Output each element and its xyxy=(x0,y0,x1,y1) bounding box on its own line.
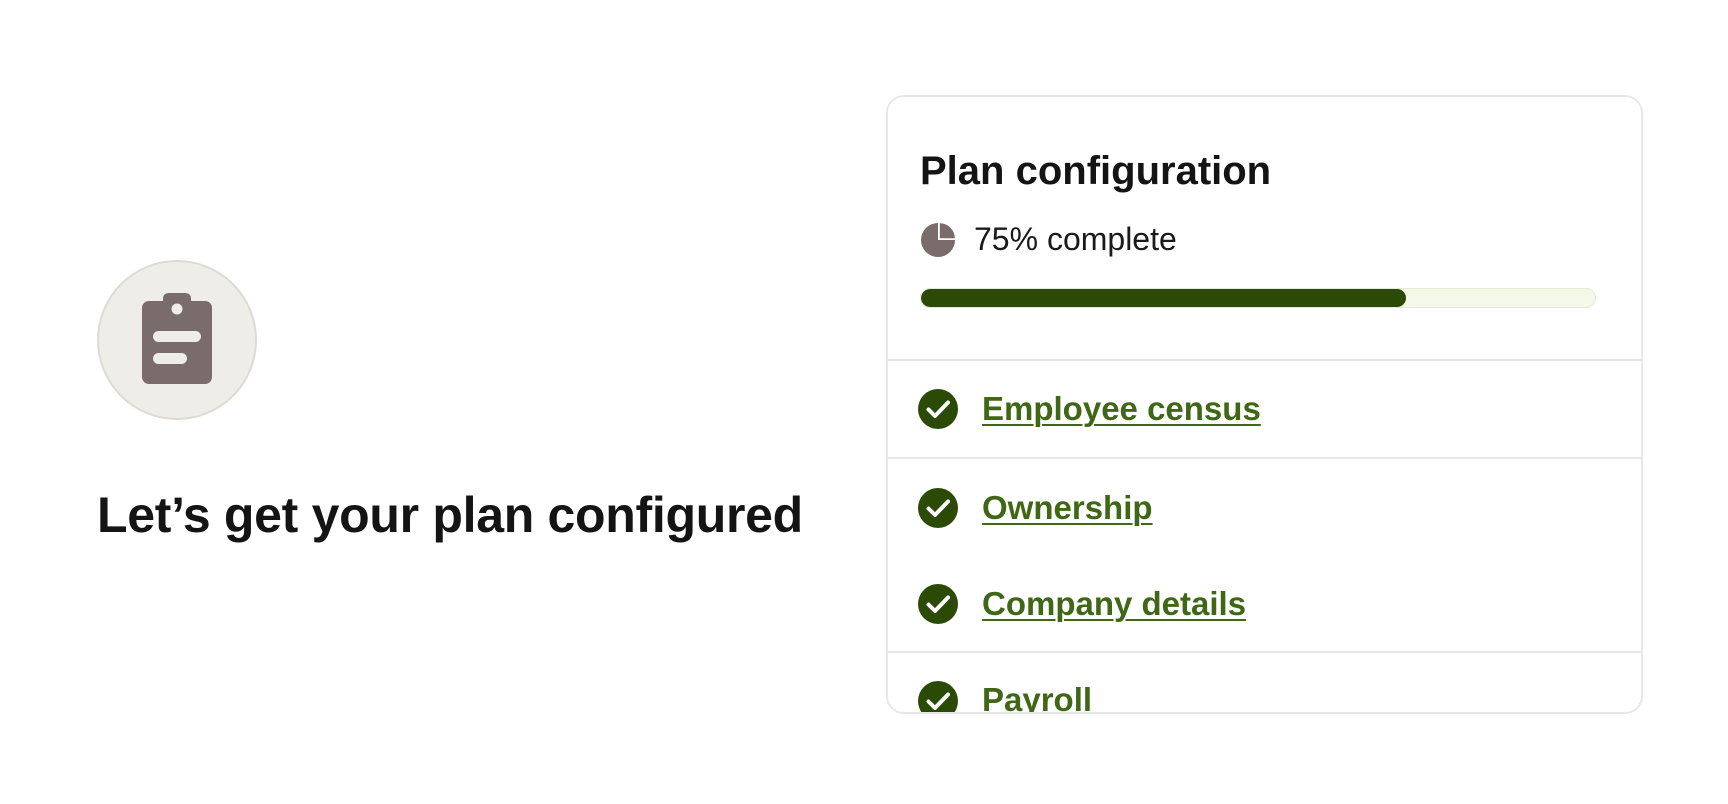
progress-bar-fill xyxy=(921,289,1407,307)
page: Let’s get your plan configured Plan conf… xyxy=(0,0,1728,804)
check-circle-icon xyxy=(918,488,958,528)
pie-progress-icon xyxy=(920,222,956,258)
step-link-employee-census[interactable]: Employee census xyxy=(982,390,1261,428)
card-header: Plan configuration 75% complete xyxy=(888,97,1641,361)
hero-icon-badge xyxy=(97,260,257,420)
progress-label: 75% complete xyxy=(974,221,1177,257)
card-title: Plan configuration xyxy=(920,149,1272,193)
list-item: Company details xyxy=(888,557,1641,653)
step-link-company-details[interactable]: Company details xyxy=(982,585,1246,623)
pie-remaining-wedge xyxy=(939,222,955,238)
check-circle-icon xyxy=(918,584,958,624)
clipboard-icon xyxy=(141,291,213,390)
progress-bar xyxy=(920,288,1596,308)
list-item: Employee census xyxy=(888,361,1641,459)
progress-summary: 75% complete xyxy=(920,221,1609,258)
list-item: Payroll xyxy=(888,653,1641,712)
step-link-payroll[interactable]: Payroll xyxy=(982,681,1092,712)
list-item: Ownership xyxy=(888,459,1641,557)
check-circle-icon xyxy=(918,389,958,429)
step-link-ownership[interactable]: Ownership xyxy=(982,489,1153,527)
plan-configuration-card: Plan configuration 75% complete Employee… xyxy=(886,95,1643,714)
check-circle-icon xyxy=(918,681,958,712)
hero-title: Let’s get your plan configured xyxy=(97,487,803,543)
step-list: Employee census Ownership Company detail… xyxy=(888,361,1641,712)
